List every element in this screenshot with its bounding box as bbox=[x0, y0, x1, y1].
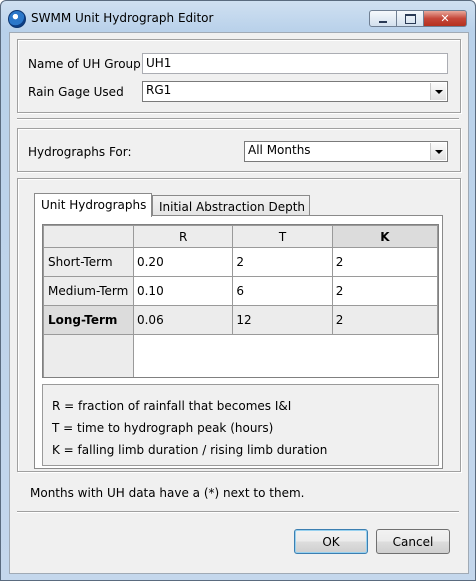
cell-medium-term-k[interactable]: 2 bbox=[331, 276, 438, 306]
ok-button-label: OK bbox=[322, 534, 340, 549]
grid-corner-cell bbox=[43, 225, 134, 248]
cell-long-term-t[interactable]: 12 bbox=[232, 305, 333, 335]
window-title: SWMM Unit Hydrograph Editor bbox=[31, 11, 214, 25]
column-header-k[interactable]: K bbox=[331, 225, 438, 248]
ok-button[interactable]: OK bbox=[294, 529, 368, 554]
group-panel: Name of UH Group UH1 Rain Gage Used RG1 bbox=[17, 39, 461, 113]
empty-grid-area bbox=[133, 335, 437, 378]
hydrographs-for-value: All Months bbox=[248, 143, 311, 157]
hydrographs-for-panel: Hydrographs For: All Months bbox=[17, 128, 461, 172]
cell-short-term-r[interactable]: 0.20 bbox=[132, 247, 234, 277]
table-row: Long-Term 0.06 12 2 bbox=[43, 305, 438, 335]
rain-gage-label: Rain Gage Used bbox=[28, 85, 124, 99]
minimize-icon bbox=[379, 20, 387, 23]
separator bbox=[17, 118, 459, 120]
row-header-medium-term[interactable]: Medium-Term bbox=[43, 276, 134, 306]
hydrographs-for-select[interactable]: All Months bbox=[244, 141, 448, 162]
cell-long-term-r[interactable]: 0.06 bbox=[132, 305, 234, 335]
rain-gage-value: RG1 bbox=[146, 83, 172, 97]
legend-t: T = time to hydrograph peak (hours) bbox=[52, 421, 274, 435]
cancel-button[interactable]: Cancel bbox=[376, 529, 450, 554]
dropdown-arrow-icon[interactable] bbox=[430, 143, 446, 160]
cell-medium-term-r[interactable]: 0.10 bbox=[132, 276, 234, 306]
rain-gage-select[interactable]: RG1 bbox=[142, 81, 448, 102]
unit-hydrographs-page: R T K Short-Term 0.20 2 2 Medium-Term 0.… bbox=[34, 215, 443, 469]
separator bbox=[17, 511, 459, 513]
column-header-t[interactable]: T bbox=[232, 225, 333, 248]
cell-medium-term-t[interactable]: 6 bbox=[232, 276, 333, 306]
app-icon bbox=[8, 10, 26, 28]
months-note: Months with UH data have a (*) next to t… bbox=[30, 486, 305, 500]
legend-r: R = fraction of rainfall that becomes I&… bbox=[52, 399, 292, 413]
column-header-r[interactable]: R bbox=[132, 225, 234, 248]
legend-k: K = falling limb duration / rising limb … bbox=[52, 443, 328, 457]
close-icon: ✕ bbox=[440, 12, 450, 25]
cell-long-term-k[interactable]: 2 bbox=[331, 305, 438, 335]
table-row: Short-Term 0.20 2 2 bbox=[43, 247, 438, 277]
dialog-window: SWMM Unit Hydrograph Editor ✕ Name of UH… bbox=[0, 0, 476, 581]
table-row: Medium-Term 0.10 6 2 bbox=[43, 276, 438, 306]
tab-unit-hydrographs-label: Unit Hydrographs bbox=[41, 198, 147, 212]
row-header-long-term[interactable]: Long-Term bbox=[43, 305, 134, 335]
hydrographs-for-label: Hydrographs For: bbox=[28, 145, 132, 159]
uh-parameters-grid[interactable]: R T K Short-Term 0.20 2 2 Medium-Term 0.… bbox=[42, 224, 439, 378]
close-button[interactable]: ✕ bbox=[424, 10, 467, 27]
tab-unit-hydrographs[interactable]: Unit Hydrographs bbox=[34, 193, 152, 217]
tab-initial-abstraction-depth[interactable]: Initial Abstraction Depth bbox=[152, 195, 310, 217]
cancel-button-label: Cancel bbox=[392, 534, 434, 549]
uh-group-name-label: Name of UH Group bbox=[28, 57, 141, 71]
maximize-button[interactable] bbox=[397, 10, 424, 27]
dropdown-arrow-icon[interactable] bbox=[430, 83, 446, 100]
cell-short-term-k[interactable]: 2 bbox=[331, 247, 438, 277]
row-header-short-term[interactable]: Short-Term bbox=[43, 247, 134, 277]
uh-group-name-field[interactable]: UH1 bbox=[142, 53, 448, 74]
cell-short-term-t[interactable]: 2 bbox=[232, 247, 333, 277]
tab-initial-abstraction-depth-label: Initial Abstraction Depth bbox=[159, 200, 306, 214]
empty-row-header bbox=[43, 334, 134, 377]
parameter-legend: R = fraction of rainfall that becomes I&… bbox=[42, 384, 439, 466]
minimize-button[interactable] bbox=[369, 10, 397, 27]
title-bar[interactable]: SWMM Unit Hydrograph Editor ✕ bbox=[1, 1, 475, 31]
maximize-icon bbox=[404, 13, 416, 24]
dialog-client-area: Name of UH Group UH1 Rain Gage Used RG1 … bbox=[9, 32, 469, 574]
